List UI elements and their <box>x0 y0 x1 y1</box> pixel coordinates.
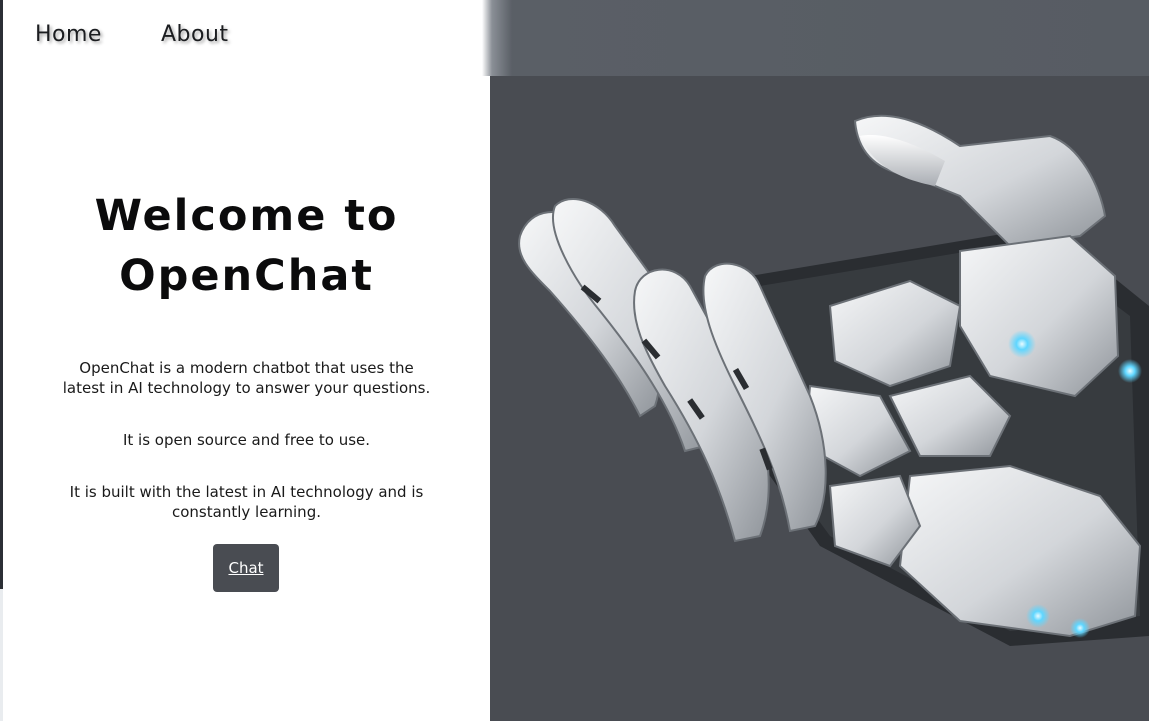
intro-section: Welcome to OpenChat OpenChat is a modern… <box>3 76 490 721</box>
page: Home About Welcome to OpenChat OpenChat … <box>0 0 1149 721</box>
intro-paragraph-2: It is open source and free to use. <box>122 431 371 449</box>
nav-about-link[interactable]: About <box>161 22 229 47</box>
intro-paragraph-3: It is built with the latest in AI techno… <box>69 483 424 521</box>
nav-home-link[interactable]: Home <box>35 22 102 47</box>
hero-image-panel <box>490 76 1149 721</box>
page-title: Welcome to OpenChat <box>94 191 399 301</box>
robotic-hand-icon <box>518 114 1149 646</box>
top-nav: Home About <box>0 0 490 76</box>
header-band <box>482 0 1149 76</box>
chat-button[interactable]: Chat <box>213 544 279 592</box>
intro-paragraph-1: OpenChat is a modern chatbot that uses t… <box>62 359 431 397</box>
